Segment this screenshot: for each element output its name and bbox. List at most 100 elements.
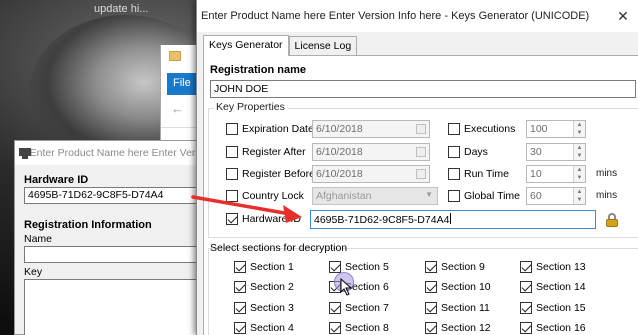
section-checkbox[interactable]: Section 16 [520, 322, 586, 334]
section-label: Section 8 [345, 322, 389, 334]
section-label: Section 15 [536, 302, 586, 314]
section-checkbox[interactable]: Section 14 [520, 281, 586, 293]
section-check[interactable] [520, 261, 532, 273]
section-check[interactable] [329, 261, 341, 273]
spinner-arrows-icon[interactable]: ▲ ▼ [573, 166, 585, 182]
section-label: Section 16 [536, 322, 586, 334]
run-time-unit: mins [596, 168, 618, 179]
calendar-icon[interactable] [416, 124, 426, 134]
spinner-arrows-icon[interactable]: ▲ ▼ [573, 121, 585, 137]
section-check[interactable] [329, 322, 341, 334]
section-checkbox[interactable]: Section 2 [234, 281, 294, 293]
spinner-arrows-icon[interactable]: ▲ ▼ [573, 144, 585, 160]
mouse-cursor-icon [340, 278, 353, 296]
key-label: Key [24, 266, 43, 278]
hardware-id-input[interactable]: 4695B-71D62-9C8F5-D74A4 [310, 210, 596, 229]
section-checkbox[interactable]: Section 12 [425, 322, 491, 334]
run-time-value: 10 [530, 168, 542, 180]
days-spinner[interactable]: 30 ▲ ▼ [526, 143, 586, 161]
section-check[interactable] [425, 261, 437, 273]
section-label: Section 1 [250, 261, 294, 273]
register-after-label: Register After [242, 146, 306, 158]
section-label: Section 12 [441, 322, 491, 334]
section-check[interactable] [234, 281, 246, 293]
days-check[interactable] [448, 146, 460, 158]
section-check[interactable] [234, 261, 246, 273]
run-time-checkbox[interactable]: Run Time [448, 168, 509, 180]
section-label: Section 13 [536, 261, 586, 273]
expiration-date-picker[interactable]: 6/10/2018 [312, 120, 430, 138]
register-before-picker[interactable]: 6/10/2018 [312, 165, 430, 183]
section-checkbox[interactable]: Section 13 [520, 261, 586, 273]
registration-name-label: Registration name [210, 64, 306, 76]
run-time-check[interactable] [448, 168, 460, 180]
spinner-arrows-icon[interactable]: ▲ ▼ [573, 188, 585, 204]
register-before-value: 6/10/2018 [316, 168, 363, 180]
global-time-spinner[interactable]: 60 ▲ ▼ [526, 187, 586, 205]
section-label: Section 10 [441, 281, 491, 293]
app-icon [19, 147, 31, 159]
expiration-date-checkbox[interactable]: Expiration Date [226, 123, 314, 135]
section-check[interactable] [520, 281, 532, 293]
key-field[interactable] [24, 279, 205, 335]
section-label: Section 11 [441, 302, 490, 314]
section-check[interactable] [425, 322, 437, 334]
register-before-checkbox[interactable]: Register Before [226, 168, 315, 180]
executions-value: 100 [530, 123, 548, 135]
section-checkbox[interactable]: Section 15 [520, 302, 586, 314]
section-label: Section 2 [250, 281, 294, 293]
lock-icon[interactable] [605, 213, 619, 227]
sections-label: Select sections for decryption [210, 242, 348, 254]
country-select[interactable]: Afghanistan ▼ [312, 187, 438, 205]
section-checkbox[interactable]: Section 3 [234, 302, 294, 314]
run-time-spinner[interactable]: 10 ▲ ▼ [526, 165, 586, 183]
section-checkbox[interactable]: Section 8 [329, 322, 389, 334]
register-after-picker[interactable]: 6/10/2018 [312, 143, 430, 161]
hardware-id-checkbox[interactable]: Hardware ID [226, 213, 301, 225]
section-check[interactable] [520, 322, 532, 334]
section-check[interactable] [425, 281, 437, 293]
calendar-icon[interactable] [416, 147, 426, 157]
close-button[interactable]: ✕ [608, 0, 638, 32]
section-check[interactable] [234, 322, 246, 334]
section-checkbox[interactable]: Section 10 [425, 281, 491, 293]
hardware-id-check[interactable] [226, 213, 238, 225]
section-checkbox[interactable]: Section 7 [329, 302, 389, 314]
registration-dialog: Enter Product Name here Enter Versi Hard… [14, 140, 205, 335]
section-label: Section 7 [345, 302, 389, 314]
tab-license-log[interactable]: License Log [288, 36, 358, 55]
registration-name-input[interactable]: JOHN DOE [210, 80, 636, 98]
name-field[interactable] [24, 246, 205, 263]
country-lock-checkbox[interactable]: Country Lock [226, 190, 304, 202]
country-lock-check[interactable] [226, 190, 238, 202]
section-checkbox[interactable]: Section 5 [329, 261, 389, 273]
folder-icon [169, 51, 181, 61]
expiration-date-check[interactable] [226, 123, 238, 135]
section-check[interactable] [329, 302, 341, 314]
executions-label: Executions [464, 123, 516, 135]
days-checkbox[interactable]: Days [448, 146, 488, 158]
global-time-check[interactable] [448, 190, 460, 202]
section-checkbox[interactable]: Section 9 [425, 261, 485, 273]
section-checkbox[interactable]: Section 1 [234, 261, 294, 273]
days-value: 30 [530, 146, 542, 158]
executions-spinner[interactable]: 100 ▲ ▼ [526, 120, 586, 138]
back-arrow-icon[interactable]: ← [171, 101, 184, 116]
register-before-check[interactable] [226, 168, 238, 180]
section-check[interactable] [425, 302, 437, 314]
section-check[interactable] [520, 302, 532, 314]
tab-keys-generator[interactable]: Keys Generator [203, 35, 289, 56]
tab-strip: Keys Generator License Log [203, 35, 358, 56]
register-after-check[interactable] [226, 146, 238, 158]
hardware-id-field[interactable]: 4695B-71D62-9C8F5-D74A4 [24, 187, 205, 204]
section-checkbox[interactable]: Section 4 [234, 322, 294, 334]
executions-checkbox[interactable]: Executions [448, 123, 515, 135]
register-after-checkbox[interactable]: Register After [226, 146, 306, 158]
chevron-down-icon[interactable]: ▼ [425, 190, 433, 199]
executions-check[interactable] [448, 123, 460, 135]
calendar-icon[interactable] [416, 169, 426, 179]
section-checkbox[interactable]: Section 11 [425, 302, 490, 314]
keys-generator-titlebar: Enter Product Name here Enter Version In… [197, 0, 638, 32]
global-time-checkbox[interactable]: Global Time [448, 190, 520, 202]
section-check[interactable] [234, 302, 246, 314]
